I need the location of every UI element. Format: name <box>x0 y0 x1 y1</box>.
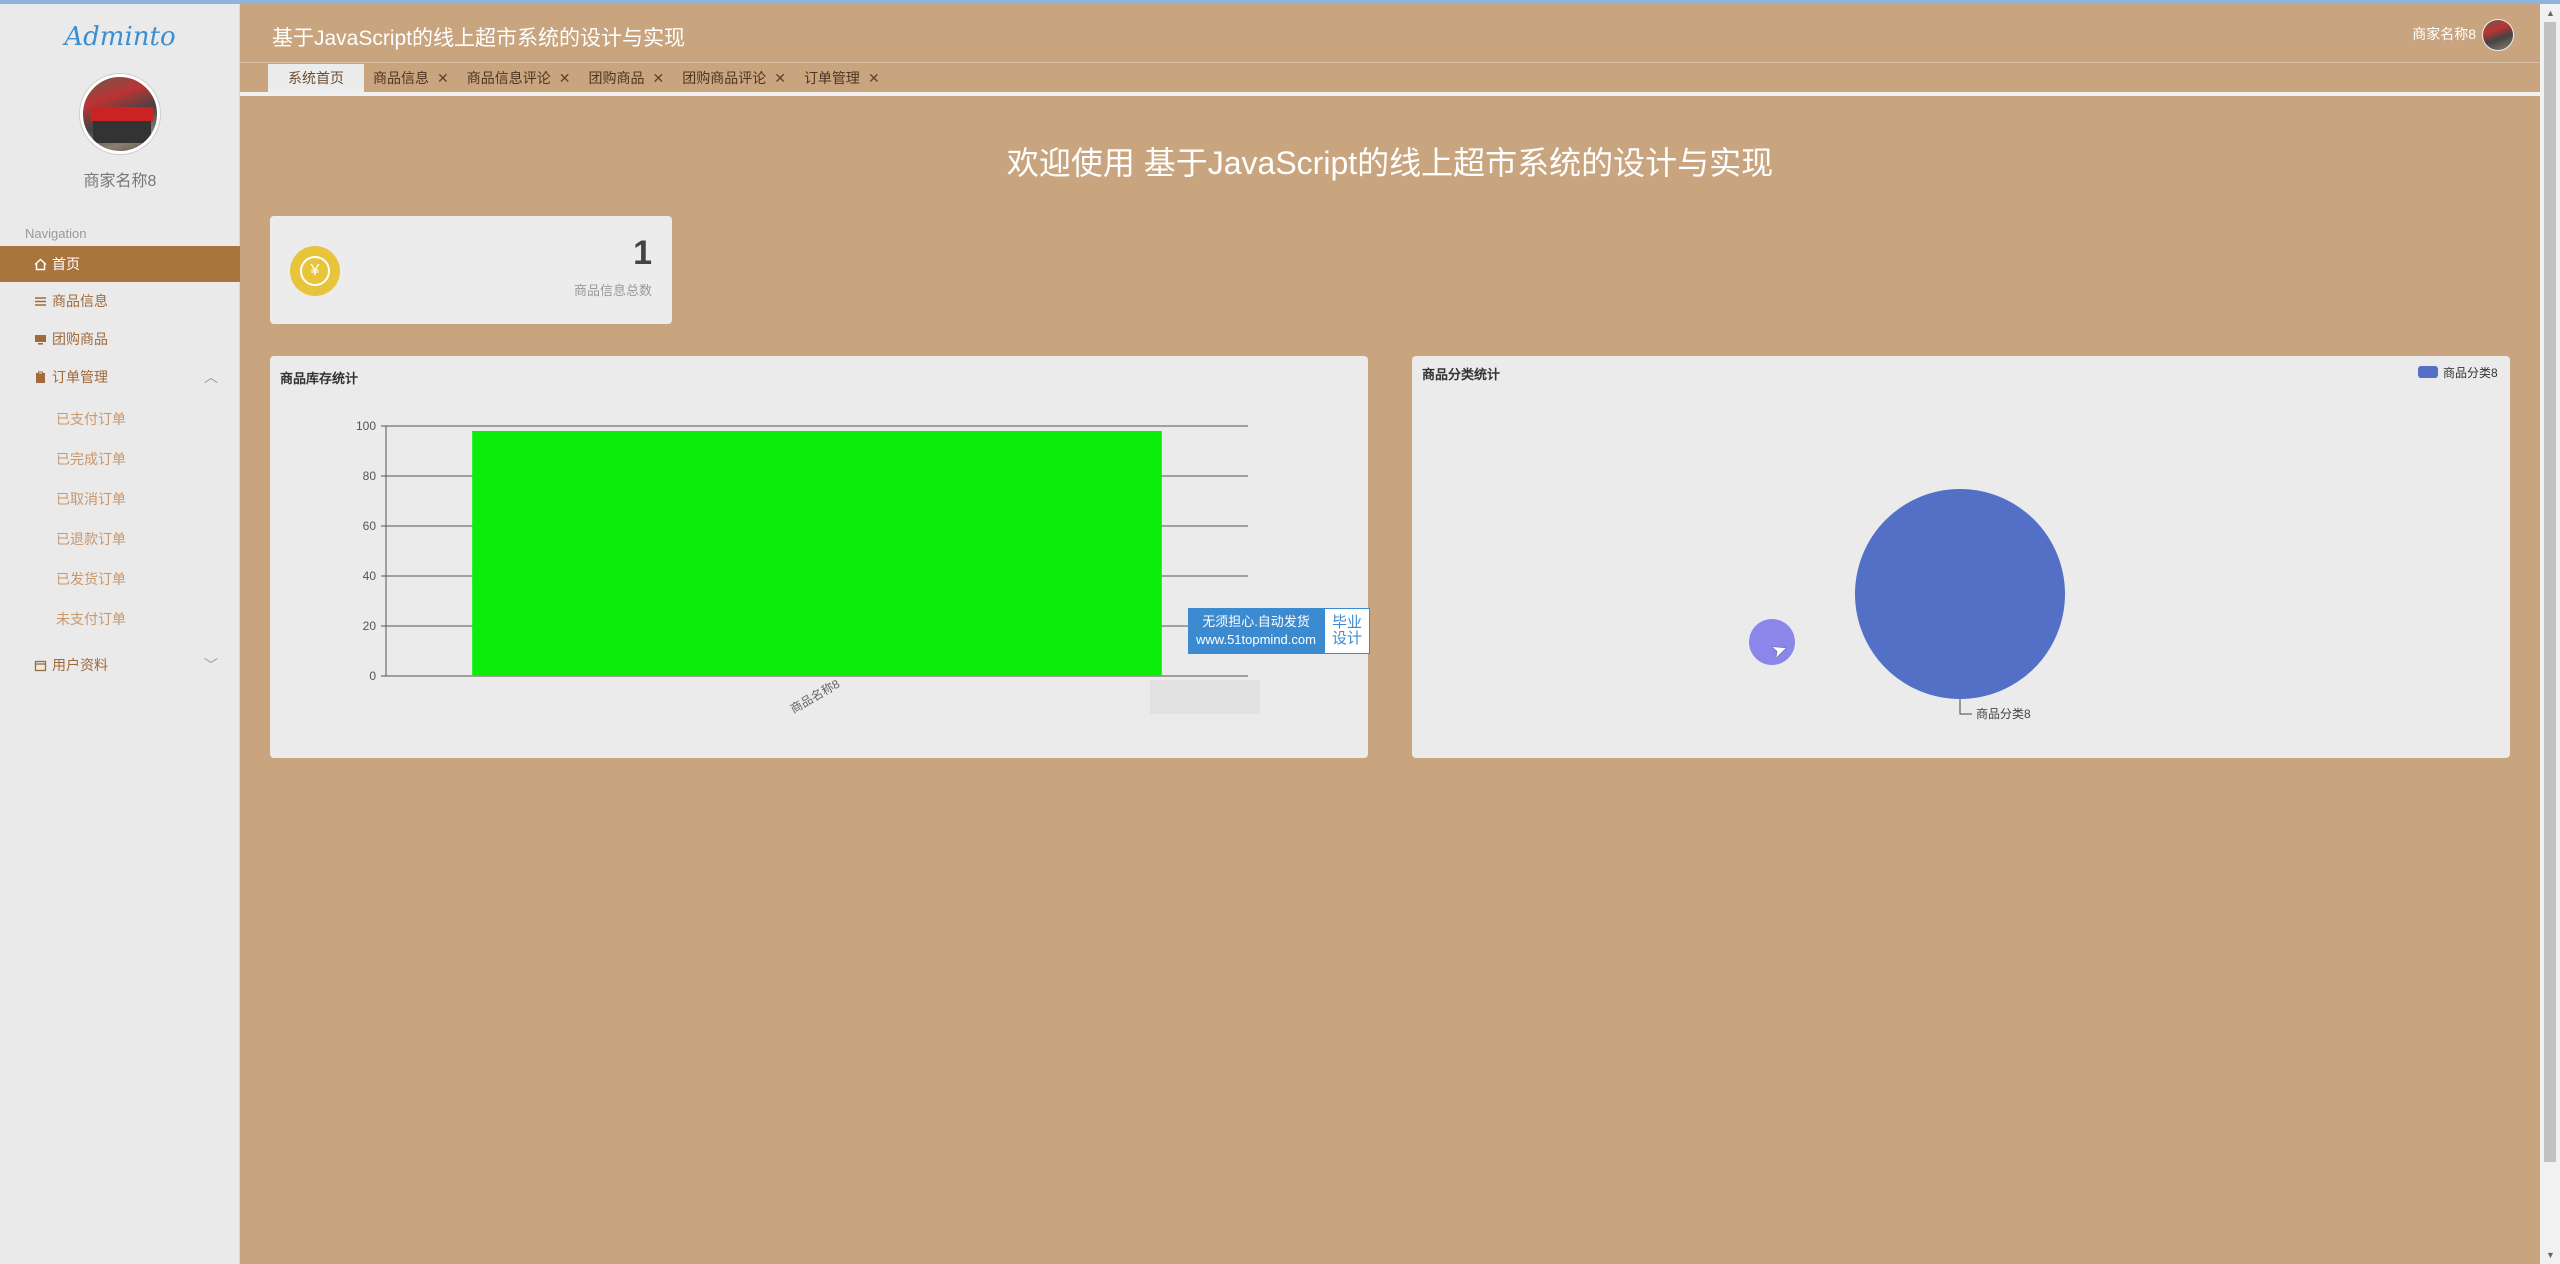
legend-swatch <box>2418 366 2438 378</box>
tab-group-buy[interactable]: 团购商品 ✕ <box>579 64 673 92</box>
watermark-text: 无须担心.自动发货 www.51topmind.com <box>1188 608 1324 654</box>
close-icon[interactable]: ✕ <box>774 70 786 87</box>
chevron-up-icon: ︿ <box>204 369 218 385</box>
sidebar-item-label: 用户资料 <box>52 657 108 673</box>
sidebar-item-group-buy[interactable]: 团购商品 <box>0 321 240 357</box>
sidebar-item-orders[interactable]: 订单管理 ︿ <box>0 359 240 395</box>
sidebar-item-label: 商品信息 <box>52 293 108 309</box>
pie-chart-panel: 商品分类统计 商品分类8 商品分类8 <box>1412 356 2510 758</box>
sidebar-user-name: 商家名称8 <box>83 173 157 190</box>
close-icon[interactable]: ✕ <box>559 70 571 87</box>
close-icon[interactable]: ✕ <box>868 70 880 87</box>
watermark-side-1: 毕业 <box>1331 613 1362 631</box>
tab-orders[interactable]: 订单管理 ✕ <box>795 64 889 92</box>
sidebar-item-label: 订单管理 <box>52 369 108 385</box>
sidebar-subitem-completed[interactable]: 已完成订单 <box>56 449 126 469</box>
tab-label: 商品信息 <box>373 70 429 86</box>
sidebar-subitem-paid[interactable]: 已支付订单 <box>56 409 126 429</box>
y-tick-label: 0 <box>369 669 376 683</box>
sidebar-item-home[interactable]: 首页 <box>0 246 240 282</box>
tab-label: 商品信息评论 <box>466 70 551 86</box>
stat-card: ¥ 1 商品信息总数 <box>270 216 672 324</box>
scroll-up-icon[interactable]: ▲ <box>2546 8 2555 18</box>
pie-slice-label: 商品分类8 <box>1976 706 2031 721</box>
sidebar-item-products[interactable]: 商品信息 <box>0 283 240 319</box>
page-scrollbar[interactable]: ▲ ▼ <box>2540 4 2560 1264</box>
tab-home[interactable]: 系统首页 <box>268 64 364 92</box>
x-tick-label: 商品名称8 <box>787 676 842 716</box>
tab-label: 订单管理 <box>803 70 860 86</box>
tab-group-buy-reviews[interactable]: 团购商品评论 ✕ <box>673 64 795 92</box>
close-icon[interactable]: ✕ <box>652 70 664 87</box>
pie-slice <box>1855 489 2065 699</box>
stat-value: 1 <box>633 234 652 272</box>
bar <box>472 431 1162 676</box>
nav-heading: Navigation <box>25 226 87 241</box>
watermark-side: 毕业 设计 <box>1324 608 1370 654</box>
sidebar-item-user-profile[interactable]: 用户资料 ﹀ <box>0 647 240 683</box>
sidebar-item-label: 团购商品 <box>52 331 108 347</box>
tab-product-reviews[interactable]: 商品信息评论 ✕ <box>458 64 580 92</box>
clipboard-icon <box>32 369 48 385</box>
scroll-thumb[interactable] <box>2544 22 2556 1162</box>
sidebar-subitem-shipped[interactable]: 已发货订单 <box>56 569 126 589</box>
pie-label-line <box>1959 699 1972 715</box>
app-logo[interactable]: Adminto <box>0 22 240 52</box>
sidebar-subitem-unpaid[interactable]: 未支付订单 <box>56 609 126 629</box>
y-tick-label: 20 <box>363 619 377 633</box>
y-tick-label: 80 <box>363 469 377 483</box>
y-tick-label: 40 <box>363 569 377 583</box>
avatar <box>80 74 160 154</box>
welcome-heading: 欢迎使用 基于JavaScript的线上超市系统的设计与实现 <box>1006 145 1774 181</box>
sidebar-subitem-refunded[interactable]: 已退款订单 <box>56 529 126 549</box>
pie-chart: 商品分类8 商品分类8 <box>1855 365 2498 721</box>
monitor-icon <box>32 331 48 347</box>
top-header: 基于JavaScript的线上超市系统的设计与实现 商家名称8 <box>240 4 2540 62</box>
calendar-icon <box>32 657 48 673</box>
tabs-underline <box>240 92 2540 96</box>
tab-label: 团购商品评论 <box>682 70 767 86</box>
header-user-name[interactable]: 商家名称8 <box>2412 24 2476 44</box>
scroll-down-icon[interactable]: ▼ <box>2546 1250 2555 1260</box>
yen-icon: ¥ <box>290 246 340 296</box>
watermark-line-2: www.51topmind.com <box>1196 632 1316 647</box>
y-tick-label: 60 <box>363 519 377 533</box>
tab-label: 系统首页 <box>288 70 344 86</box>
watermark-side-2: 设计 <box>1331 630 1362 647</box>
page-title: 基于JavaScript的线上超市系统的设计与实现 <box>272 27 686 50</box>
sidebar-item-label: 首页 <box>52 256 80 272</box>
header-divider <box>240 62 2540 63</box>
tab-label: 团购商品 <box>588 70 645 86</box>
tab-products[interactable]: 商品信息 ✕ <box>364 64 458 92</box>
tab-bar: 系统首页 商品信息 ✕ 商品信息评论 ✕ 团购商品 ✕ 团购商品评论 ✕ 订单管理 ✕ <box>268 64 889 92</box>
list-icon <box>32 293 48 309</box>
legend-label: 商品分类8 <box>2443 365 2498 380</box>
stat-label: 商品信息总数 <box>573 283 652 298</box>
y-tick-label: 100 <box>356 419 376 433</box>
watermark-line-1: 无须担心.自动发货 <box>1202 614 1310 630</box>
close-icon[interactable]: ✕ <box>437 70 449 87</box>
sidebar: Adminto 商家名称8 Navigation 首页 商品信息 团购商品 订单… <box>0 4 240 1264</box>
home-icon <box>32 256 48 272</box>
sidebar-subitem-cancelled[interactable]: 已取消订单 <box>56 489 126 509</box>
header-avatar[interactable] <box>2482 19 2514 51</box>
yen-glyph: ¥ <box>300 256 330 286</box>
chevron-down-icon: ﹀ <box>204 657 218 673</box>
watermark-badge[interactable]: 无须担心.自动发货 www.51topmind.com 毕业 设计 <box>1188 608 1370 654</box>
watermark-ghost <box>1150 680 1260 714</box>
